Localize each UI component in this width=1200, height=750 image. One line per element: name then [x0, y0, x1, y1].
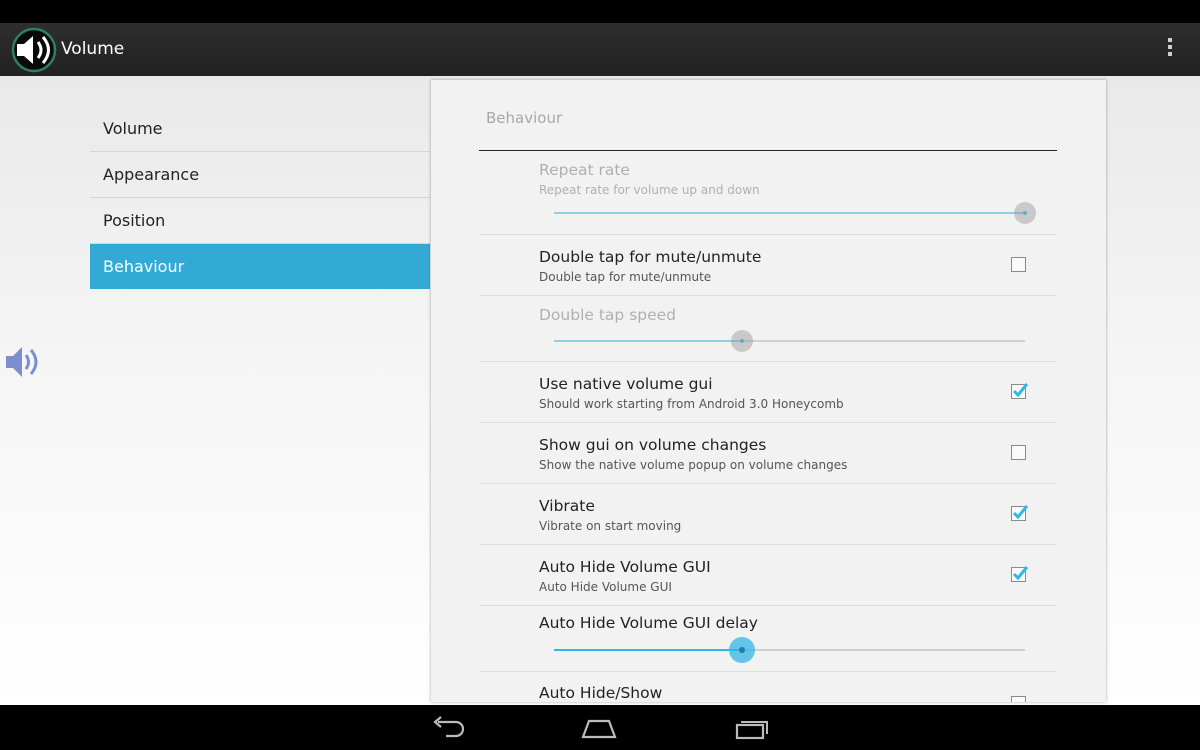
show-gui-checkbox[interactable] [1011, 445, 1026, 460]
slider-thumb[interactable] [729, 637, 756, 663]
pref-title: Double tap for mute/unmute [539, 248, 762, 266]
pref-repeat-rate: Repeat rate Repeat rate for volume up an… [479, 151, 1057, 235]
header-item-behaviour[interactable]: Behaviour [90, 244, 430, 289]
slider-thumb[interactable] [1014, 202, 1036, 224]
panel-title: Behaviour [486, 109, 563, 127]
pref-double-tap[interactable]: Double tap for mute/unmute Double tap fo… [479, 235, 1057, 296]
pref-title: Double tap speed [539, 306, 677, 324]
pref-title: Repeat rate [539, 161, 630, 179]
auto-hide-delay-slider[interactable] [554, 637, 1025, 663]
pref-summary: Show the native volume popup on volume c… [539, 458, 848, 472]
settings-content: Volume Appearance Position Behaviour Beh… [0, 76, 1200, 705]
pref-title: Use native volume gui [539, 375, 713, 393]
pref-title: Auto Hide Volume GUI [539, 558, 711, 576]
double-tap-speed-slider[interactable] [554, 330, 1025, 352]
slider-thumb[interactable] [731, 330, 754, 352]
pref-title: Vibrate [539, 497, 595, 515]
pref-auto-hide-delay: Auto Hide Volume GUI delay [479, 606, 1057, 672]
pref-title: Auto Hide/Show [539, 684, 663, 702]
overflow-menu-icon[interactable] [1160, 38, 1180, 62]
header-label: Appearance [103, 165, 200, 184]
double-tap-checkbox[interactable] [1011, 257, 1026, 272]
auto-hide-show-checkbox[interactable] [1011, 696, 1026, 702]
pref-summary: Repeat rate for volume up and down [539, 183, 760, 197]
header-label: Behaviour [103, 257, 185, 276]
vibrate-checkbox[interactable] [1011, 505, 1029, 521]
recents-icon[interactable] [732, 715, 772, 741]
auto-hide-checkbox[interactable] [1011, 566, 1029, 582]
home-icon[interactable] [579, 715, 619, 741]
status-bar [0, 0, 1200, 23]
speaker-icon[interactable] [11, 27, 57, 73]
pref-auto-hide-show[interactable]: Auto Hide/Show [479, 672, 1057, 702]
pref-show-gui[interactable]: Show gui on volume changes Show the nati… [479, 423, 1057, 484]
app-title: Volume [61, 39, 125, 59]
header-item-position[interactable]: Position [90, 198, 430, 244]
header-item-appearance[interactable]: Appearance [90, 152, 430, 198]
navigation-bar [0, 705, 1200, 750]
pref-summary: Should work starting from Android 3.0 Ho… [539, 397, 844, 411]
pref-summary: Auto Hide Volume GUI [539, 580, 672, 594]
preference-headers: Volume Appearance Position Behaviour [90, 106, 430, 289]
pref-title: Auto Hide Volume GUI delay [539, 614, 758, 632]
repeat-rate-slider[interactable] [554, 202, 1036, 224]
native-gui-checkbox[interactable] [1011, 383, 1029, 399]
header-label: Position [103, 211, 166, 230]
check-icon [1012, 505, 1029, 520]
floating-volume-icon[interactable] [4, 344, 42, 380]
header-item-volume[interactable]: Volume [90, 106, 430, 152]
pref-native-gui[interactable]: Use native volume gui Should work starti… [479, 362, 1057, 423]
pref-auto-hide[interactable]: Auto Hide Volume GUI Auto Hide Volume GU… [479, 545, 1057, 606]
behaviour-panel: Behaviour Repeat rate Repeat rate for vo… [431, 80, 1106, 702]
back-icon[interactable] [428, 715, 468, 741]
pref-summary: Double tap for mute/unmute [539, 270, 712, 284]
action-bar: Volume [0, 23, 1200, 76]
pref-vibrate[interactable]: Vibrate Vibrate on start moving [479, 484, 1057, 545]
pref-title: Show gui on volume changes [539, 436, 767, 454]
header-label: Volume [103, 119, 163, 138]
pref-summary: Vibrate on start moving [539, 519, 682, 533]
pref-double-tap-speed: Double tap speed [479, 296, 1057, 362]
check-icon [1012, 383, 1029, 398]
check-icon [1012, 566, 1029, 581]
